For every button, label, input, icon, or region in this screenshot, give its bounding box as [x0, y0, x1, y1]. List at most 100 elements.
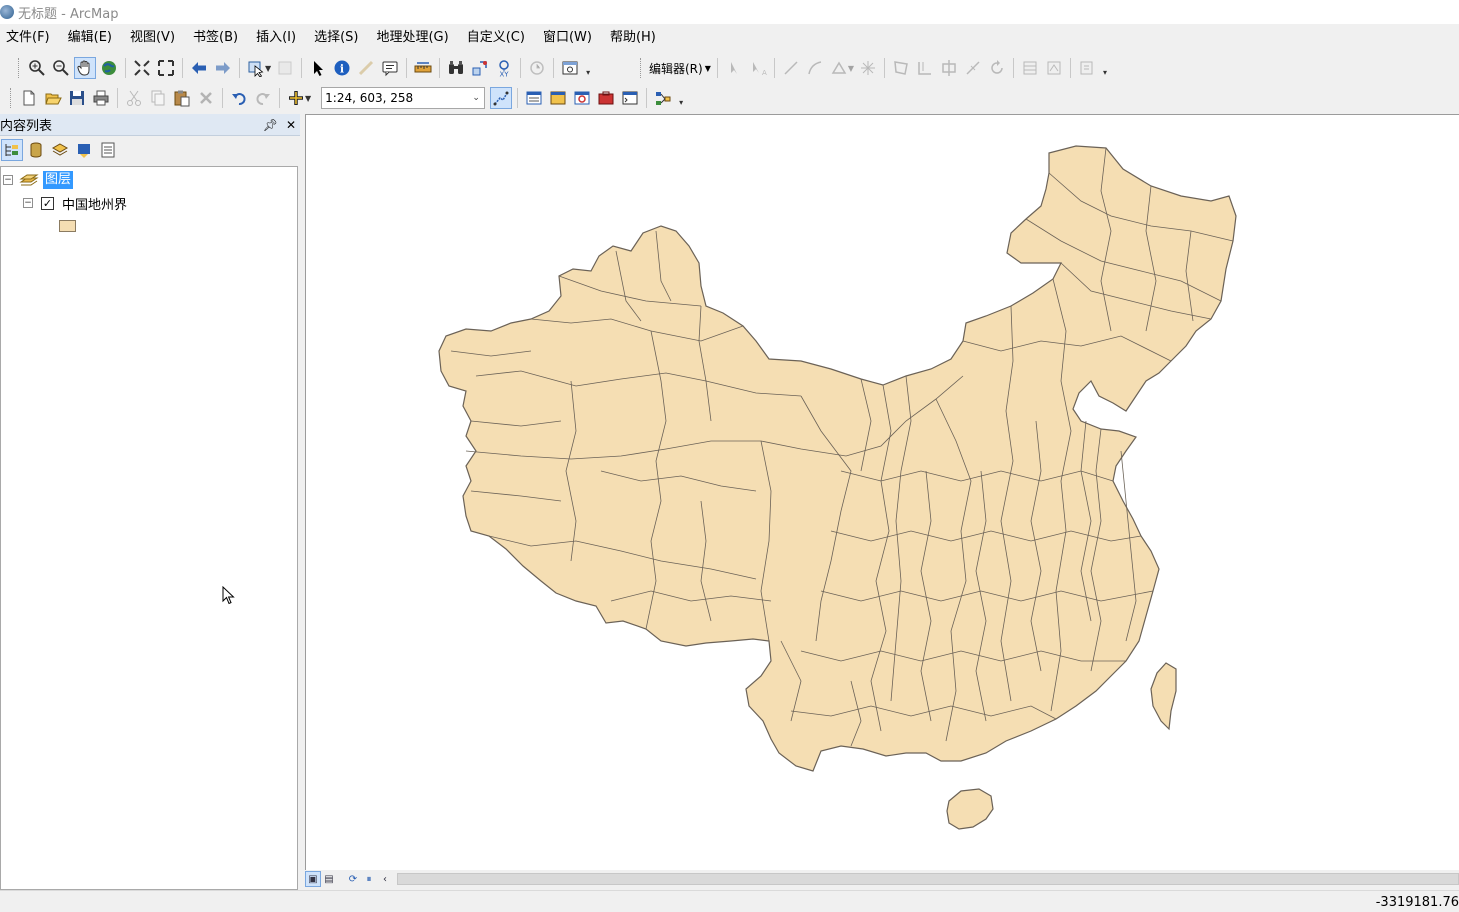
hyperlink-icon[interactable]: [355, 57, 377, 79]
pause-drawing-icon[interactable]: ⏸︎: [361, 871, 377, 887]
hainan-polygon[interactable]: [946, 788, 994, 830]
chevron-down-icon[interactable]: ⌄: [468, 93, 484, 103]
new-document-icon[interactable]: [18, 87, 40, 109]
chevron-down-icon[interactable]: ▼: [265, 64, 271, 73]
reshape-feature-icon[interactable]: [914, 57, 936, 79]
menu-customize[interactable]: 自定义(C): [458, 26, 534, 50]
list-by-visibility-icon[interactable]: [49, 139, 71, 161]
find-binoculars-icon[interactable]: [445, 57, 467, 79]
taiwan-polygon[interactable]: [1150, 662, 1177, 731]
modelbuilder-icon[interactable]: [652, 87, 674, 109]
menu-help[interactable]: 帮助(H): [601, 26, 665, 50]
layer-group-label[interactable]: 图层: [43, 171, 74, 189]
html-popup-icon[interactable]: [379, 57, 401, 79]
split-line-icon[interactable]: [962, 57, 984, 79]
cut-scissors-icon[interactable]: [123, 87, 145, 109]
go-to-xy-icon[interactable]: XY: [493, 57, 515, 79]
toolbar-overflow-icon[interactable]: ▾: [1101, 59, 1109, 77]
menu-file[interactable]: 文件(F): [0, 26, 59, 50]
measure-icon[interactable]: [412, 57, 434, 79]
save-disk-icon[interactable]: [66, 87, 88, 109]
menu-bookmarks[interactable]: 书签(B): [184, 26, 247, 50]
sketch-properties-icon[interactable]: [1043, 57, 1065, 79]
menu-windows[interactable]: 窗口(W): [534, 26, 601, 50]
construction-tools-icon[interactable]: [828, 57, 850, 79]
data-view-icon[interactable]: ▣: [305, 871, 321, 887]
menu-selection[interactable]: 选择(S): [305, 26, 367, 50]
horizontal-scrollbar[interactable]: [397, 873, 1459, 885]
toolbar-grip[interactable]: [640, 58, 643, 78]
china-prefecture-map[interactable]: [306, 115, 1458, 869]
close-icon[interactable]: ✕: [286, 118, 296, 132]
toolbar-grip[interactable]: [10, 88, 13, 108]
full-extent-globe-icon[interactable]: [98, 57, 120, 79]
toolbar-grip[interactable]: [18, 58, 21, 78]
collapse-icon[interactable]: −: [3, 175, 13, 185]
editor-menu-button[interactable]: 编辑器(R) ▼: [647, 60, 713, 77]
chevron-down-icon[interactable]: ▼: [305, 94, 311, 103]
layer-group-row[interactable]: − 图层: [3, 170, 74, 190]
python-window-icon[interactable]: [619, 87, 641, 109]
pan-hand-icon[interactable]: [74, 57, 96, 79]
pin-icon[interactable]: 📌︎: [263, 118, 278, 132]
delete-x-icon[interactable]: [195, 87, 217, 109]
toolbar-overflow-icon[interactable]: ▾: [584, 59, 592, 77]
create-features-icon[interactable]: [1076, 57, 1098, 79]
refresh-icon[interactable]: ⟳: [345, 871, 361, 887]
chevron-down-icon[interactable]: ▼: [848, 64, 854, 73]
fixed-zoom-out-icon[interactable]: [155, 57, 177, 79]
toolbar-overflow-icon[interactable]: ▾: [677, 89, 685, 107]
list-by-selection-icon[interactable]: [73, 139, 95, 161]
zoom-in-icon[interactable]: [26, 57, 48, 79]
menu-view[interactable]: 视图(V): [121, 26, 184, 50]
arctoolbox-icon[interactable]: [595, 87, 617, 109]
zoom-out-icon[interactable]: [50, 57, 72, 79]
menu-geoprocessing[interactable]: 地理处理(G): [367, 26, 457, 50]
time-slider-icon[interactable]: [526, 57, 548, 79]
find-route-icon[interactable]: [469, 57, 491, 79]
clear-selection-icon[interactable]: [274, 57, 296, 79]
table-of-contents-window-icon[interactable]: [523, 87, 545, 109]
collapse-icon[interactable]: −: [23, 198, 33, 208]
copy-icon[interactable]: [147, 87, 169, 109]
paste-icon[interactable]: [171, 87, 193, 109]
select-features-icon[interactable]: [245, 57, 267, 79]
endpoint-arc-icon[interactable]: [804, 57, 826, 79]
layer-visibility-checkbox[interactable]: ✓: [41, 196, 54, 210]
edit-vertices-icon[interactable]: [890, 57, 912, 79]
rotate-icon[interactable]: [986, 57, 1008, 79]
back-arrow-icon[interactable]: [188, 57, 210, 79]
create-viewer-window-icon[interactable]: [559, 57, 581, 79]
edit-annotation-icon[interactable]: A: [747, 57, 769, 79]
options-icon[interactable]: [97, 139, 119, 161]
print-icon[interactable]: [90, 87, 112, 109]
add-data-icon[interactable]: [285, 87, 307, 109]
forward-arrow-icon[interactable]: [212, 57, 234, 79]
scroll-left-icon[interactable]: ‹: [377, 871, 393, 887]
list-by-drawing-order-icon[interactable]: [1, 139, 23, 161]
list-by-source-icon[interactable]: [25, 139, 47, 161]
edit-tool-icon[interactable]: [723, 57, 745, 79]
catalog-window-icon[interactable]: [547, 87, 569, 109]
split-tool-icon[interactable]: [857, 57, 879, 79]
straight-segment-icon[interactable]: [780, 57, 802, 79]
map-display[interactable]: [305, 114, 1459, 870]
layer-symbol-row[interactable]: [59, 216, 76, 236]
cut-polygons-icon[interactable]: [938, 57, 960, 79]
layout-view-icon[interactable]: ▤: [321, 871, 337, 887]
open-folder-icon[interactable]: [42, 87, 64, 109]
editor-toolbar-toggle-icon[interactable]: [490, 87, 513, 109]
undo-icon[interactable]: [228, 87, 250, 109]
menu-edit[interactable]: 编辑(E): [59, 26, 121, 50]
map-scale-combobox[interactable]: 1:24, 603, 258 ⌄: [321, 87, 486, 109]
redo-icon[interactable]: [252, 87, 274, 109]
select-elements-icon[interactable]: [307, 57, 329, 79]
layer-label[interactable]: 中国地州界: [62, 194, 127, 213]
menu-insert[interactable]: 插入(I): [247, 26, 305, 50]
identify-icon[interactable]: i: [331, 57, 353, 79]
search-window-icon[interactable]: [571, 87, 593, 109]
fixed-zoom-in-icon[interactable]: [131, 57, 153, 79]
polygon-symbol-patch[interactable]: [59, 220, 76, 232]
layer-row[interactable]: − ✓ 中国地州界: [23, 193, 127, 213]
attributes-icon[interactable]: [1019, 57, 1041, 79]
